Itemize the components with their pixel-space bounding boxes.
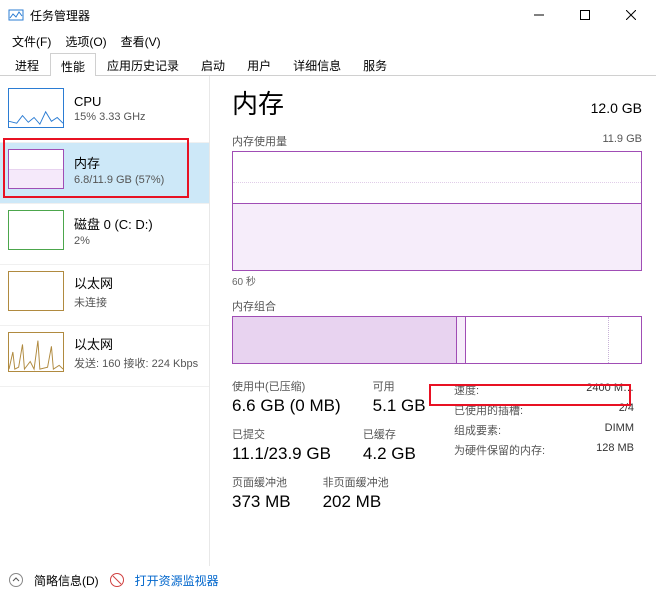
close-button[interactable] (608, 0, 654, 30)
memory-usage-graph[interactable] (232, 151, 642, 271)
sidebar-item-sub: 发送: 160 接收: 224 Kbps (74, 355, 198, 371)
sidebar-item-sub: 6.8/11.9 GB (57%) (74, 174, 164, 186)
tab-details[interactable]: 详细信息 (282, 52, 352, 75)
window-title: 任务管理器 (30, 7, 516, 24)
menu-options[interactable]: 选项(O) (59, 31, 112, 52)
footer: 简略信息(D) 打开资源监视器 (8, 569, 219, 591)
nonpaged-value: 202 MB (323, 492, 389, 512)
in-use-label: 使用中(已压缩) (232, 378, 341, 394)
in-use-value: 6.6 GB (0 MB) (232, 396, 341, 416)
maximize-button[interactable] (562, 0, 608, 30)
tab-processes[interactable]: 进程 (4, 52, 50, 75)
paged-value: 373 MB (232, 492, 291, 512)
chevron-up-icon[interactable] (8, 572, 24, 588)
sidebar-item-label: 磁盘 0 (C: D:) (74, 214, 153, 233)
memory-sparkline (8, 149, 64, 189)
sidebar-item-ethernet-1[interactable]: 以太网发送: 160 接收: 224 Kbps (0, 326, 209, 387)
menubar: 文件(F) 选项(O) 查看(V) (0, 30, 656, 52)
cpu-sparkline (8, 88, 64, 128)
speed-value: 2400 M… (586, 382, 634, 398)
tab-users[interactable]: 用户 (236, 52, 282, 75)
total-memory: 12.0 GB (591, 100, 642, 116)
nonpaged-label: 非页面缓冲池 (323, 474, 389, 490)
reserved-label: 为硬件保留的内存: (454, 442, 545, 458)
sidebar-item-memory[interactable]: 内存 6.8/11.9 GB (57%) (0, 143, 209, 204)
tab-startup[interactable]: 启动 (190, 52, 236, 75)
sidebar-item-sub: 15% 3.33 GHz (74, 111, 146, 123)
composition-label: 内存组合 (232, 298, 642, 314)
sidebar-item-label: CPU (74, 94, 146, 109)
app-icon (8, 7, 24, 23)
cached-value: 4.2 GB (363, 444, 416, 464)
tab-services[interactable]: 服务 (352, 52, 398, 75)
usage-graph-max: 11.9 GB (602, 133, 642, 149)
reserved-value: 128 MB (596, 442, 634, 458)
committed-value: 11.1/23.9 GB (232, 444, 331, 464)
sidebar-item-sub: 2% (74, 235, 153, 247)
speed-label: 速度: (454, 382, 479, 398)
form-value: DIMM (605, 422, 634, 438)
tabs: 进程 性能 应用历史记录 启动 用户 详细信息 服务 (0, 52, 656, 76)
disk-sparkline (8, 210, 64, 250)
ethernet-sparkline (8, 332, 64, 372)
page-title: 内存 (232, 84, 284, 121)
committed-label: 已提交 (232, 426, 331, 442)
cached-label: 已缓存 (363, 426, 416, 442)
sidebar-item-ethernet-0[interactable]: 以太网未连接 (0, 265, 209, 326)
memory-composition-graph[interactable] (232, 316, 642, 364)
available-value: 5.1 GB (373, 396, 426, 416)
sidebar-item-disk[interactable]: 磁盘 0 (C: D:) 2% (0, 204, 209, 265)
paged-label: 页面缓冲池 (232, 474, 291, 490)
sidebar-item-label: 内存 (74, 153, 164, 172)
titlebar: 任务管理器 (0, 0, 656, 30)
sidebar-item-label: 以太网 (74, 334, 198, 353)
tab-performance[interactable]: 性能 (50, 53, 96, 76)
graph-timescale: 60 秒 (232, 277, 256, 288)
available-label: 可用 (373, 378, 426, 394)
menu-view[interactable]: 查看(V) (115, 31, 167, 52)
usage-graph-label: 内存使用量 (232, 133, 287, 149)
ethernet-sparkline (8, 271, 64, 311)
form-label: 组成要素: (454, 422, 501, 438)
fewer-details-link[interactable]: 简略信息(D) (34, 572, 99, 589)
slots-label: 已使用的插槽: (454, 402, 523, 418)
sidebar: CPU 15% 3.33 GHz 内存 6.8/11.9 GB (57%) 磁盘 0… (0, 76, 210, 566)
main-pane: 内存 12.0 GB 内存使用量 11.9 GB 60 秒 内存组合 使用中(已压… (210, 76, 656, 566)
resmon-icon (109, 572, 125, 588)
sidebar-item-sub: 未连接 (74, 294, 113, 310)
sidebar-item-label: 以太网 (74, 273, 113, 292)
tab-app-history[interactable]: 应用历史记录 (96, 52, 190, 75)
open-resmon-link[interactable]: 打开资源监视器 (135, 572, 219, 589)
slots-value: 2/4 (619, 402, 634, 418)
sidebar-item-cpu[interactable]: CPU 15% 3.33 GHz (0, 82, 209, 143)
menu-file[interactable]: 文件(F) (6, 31, 57, 52)
minimize-button[interactable] (516, 0, 562, 30)
